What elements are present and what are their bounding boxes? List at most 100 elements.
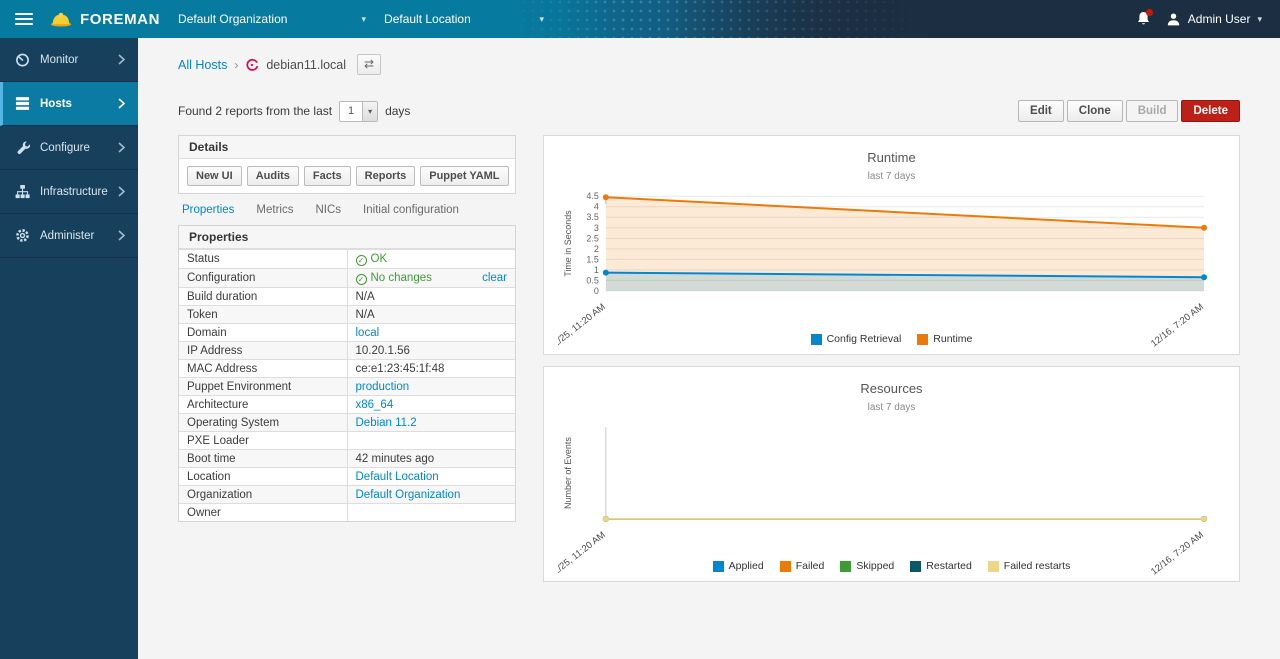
legend-item-runtime[interactable]: Runtime xyxy=(917,333,972,345)
organization-dropdown[interactable]: Default Organization ▾ xyxy=(178,12,366,26)
chevron-right-icon xyxy=(118,230,125,241)
sidebar-item-monitor[interactable]: Monitor xyxy=(0,38,138,82)
main-content: All Hosts › debian11.local ⇄ Found 2 rep… xyxy=(138,38,1280,659)
sidebar-item-configure[interactable]: Configure xyxy=(0,126,138,170)
tab-initial-configuration[interactable]: Initial configuration xyxy=(363,204,459,216)
property-row: TokenN/A xyxy=(179,306,515,324)
property-label: Organization xyxy=(179,486,347,504)
clear-link[interactable]: clear xyxy=(482,272,507,284)
property-label: Boot time xyxy=(179,450,347,468)
property-value-link[interactable]: Default Organization xyxy=(356,489,461,501)
user-name: Admin User xyxy=(1188,12,1251,26)
property-label: Operating System xyxy=(179,414,347,432)
chart-title: Resources xyxy=(558,381,1225,396)
details-panel: Details New UIAuditsFactsReportsPuppet Y… xyxy=(178,135,516,194)
property-label: Architecture xyxy=(179,396,347,414)
user-menu[interactable]: Admin User ▾ xyxy=(1166,12,1262,27)
server-icon xyxy=(15,96,31,112)
foreman-logo[interactable]: FOREMAN xyxy=(49,11,160,28)
tab-nics[interactable]: NICs xyxy=(315,204,341,216)
property-value-link[interactable]: Debian 11.2 xyxy=(356,417,417,429)
build-button: Build xyxy=(1126,100,1179,122)
check-circle-icon: ✓ xyxy=(356,274,367,285)
legend-item-failed[interactable]: Failed xyxy=(780,560,825,572)
user-icon xyxy=(1166,12,1181,27)
svg-text:4: 4 xyxy=(594,202,599,212)
facts-button[interactable]: Facts xyxy=(304,166,351,186)
chevron-down-icon: ▾ xyxy=(540,14,545,25)
property-row: MAC Address ce:e1:23:45:1f:48 xyxy=(179,360,515,378)
tab-properties[interactable]: Properties xyxy=(182,204,234,216)
properties-panel: Properties Status✓OKConfiguration✓No cha… xyxy=(178,225,516,522)
legend-item-skipped[interactable]: Skipped xyxy=(840,560,894,572)
new-ui-button[interactable]: New UI xyxy=(187,166,242,186)
legend-swatch xyxy=(840,561,851,572)
chevron-right-icon xyxy=(118,186,125,197)
hardhat-icon xyxy=(49,11,73,28)
sitemap-icon xyxy=(15,184,31,200)
legend-swatch xyxy=(811,334,822,345)
sidebar-item-hosts[interactable]: Hosts xyxy=(0,82,138,126)
reports-summary-text: Found 2 reports from the last xyxy=(178,104,332,118)
resources-chart-panel: Resources last 7 days Number of Events11… xyxy=(543,366,1240,582)
chevron-down-icon: ▾ xyxy=(362,14,367,25)
debian-os-icon xyxy=(245,58,259,72)
property-value-link[interactable]: local xyxy=(356,327,380,339)
resources-chart-legend: Applied Failed Skipped Restarted Failed rest… xyxy=(544,560,1239,572)
edit-button[interactable]: Edit xyxy=(1018,100,1064,122)
location-dropdown[interactable]: Default Location ▾ xyxy=(384,12,544,26)
property-label: Domain xyxy=(179,324,347,342)
notifications-button[interactable] xyxy=(1136,11,1151,27)
tab-metrics[interactable]: Metrics xyxy=(256,204,293,216)
audits-button[interactable]: Audits xyxy=(247,166,299,186)
property-label: Owner xyxy=(179,504,347,522)
sidebar-item-administer[interactable]: Administer xyxy=(0,214,138,258)
property-label: Configuration xyxy=(179,269,347,288)
property-value-link[interactable]: Default Location xyxy=(356,471,439,483)
property-value: N/A xyxy=(356,309,375,321)
legend-item-restarted[interactable]: Restarted xyxy=(910,560,972,572)
property-label: PXE Loader xyxy=(179,432,347,450)
puppet-yaml-button[interactable]: Puppet YAML xyxy=(420,166,508,186)
sidebar-item-label: Hosts xyxy=(40,98,72,110)
delete-button[interactable]: Delete xyxy=(1181,100,1240,122)
legend-item-config-retrieval[interactable]: Config Retrieval xyxy=(811,333,902,345)
legend-swatch xyxy=(713,561,724,572)
legend-item-applied[interactable]: Applied xyxy=(713,560,764,572)
host-name: debian11.local xyxy=(266,58,346,72)
reports-bar: Found 2 reports from the last 1 ▾ days E… xyxy=(178,100,1240,122)
sidebar-item-infrastructure[interactable]: Infrastructure xyxy=(0,170,138,214)
breadcrumb-all-hosts-link[interactable]: All Hosts xyxy=(178,58,227,72)
chevron-right-icon xyxy=(118,54,125,65)
legend-item-failed-restarts[interactable]: Failed restarts xyxy=(988,560,1071,572)
property-value: 10.20.1.56 xyxy=(356,345,410,357)
svg-text:1: 1 xyxy=(594,265,599,275)
days-select[interactable]: 1 ▾ xyxy=(339,101,378,122)
svg-text:2: 2 xyxy=(594,244,599,254)
property-row: Architecture x86_64 xyxy=(179,396,515,414)
svg-text:Number of Events: Number of Events xyxy=(563,437,573,509)
property-label: IP Address xyxy=(179,342,347,360)
property-row: Domain local xyxy=(179,324,515,342)
gear-icon xyxy=(15,228,31,244)
svg-text:0: 0 xyxy=(594,286,599,296)
breadcrumb: All Hosts › debian11.local ⇄ xyxy=(178,54,1240,75)
runtime-chart-legend: Config Retrieval Runtime xyxy=(544,333,1239,345)
clone-button[interactable]: Clone xyxy=(1067,100,1123,122)
sidebar-item-label: Infrastructure xyxy=(40,186,108,198)
reports-summary-suffix: days xyxy=(385,104,410,118)
property-value: ce:e1:23:45:1f:48 xyxy=(356,363,445,375)
hamburger-menu-icon[interactable] xyxy=(15,10,33,28)
reports-button[interactable]: Reports xyxy=(356,166,416,186)
property-label: MAC Address xyxy=(179,360,347,378)
property-value-link[interactable]: production xyxy=(356,381,410,393)
sidebar-item-label: Administer xyxy=(40,230,94,242)
days-select-value: 1 xyxy=(340,102,362,121)
brand-name: FOREMAN xyxy=(80,11,160,28)
details-column: Details New UIAuditsFactsReportsPuppet Y… xyxy=(178,135,516,522)
property-value-link[interactable]: x86_64 xyxy=(356,399,394,411)
property-label: Location xyxy=(179,468,347,486)
chevron-down-icon: ▾ xyxy=(362,102,377,121)
host-switcher-button[interactable]: ⇄ xyxy=(357,54,381,75)
details-panel-title: Details xyxy=(179,136,515,159)
